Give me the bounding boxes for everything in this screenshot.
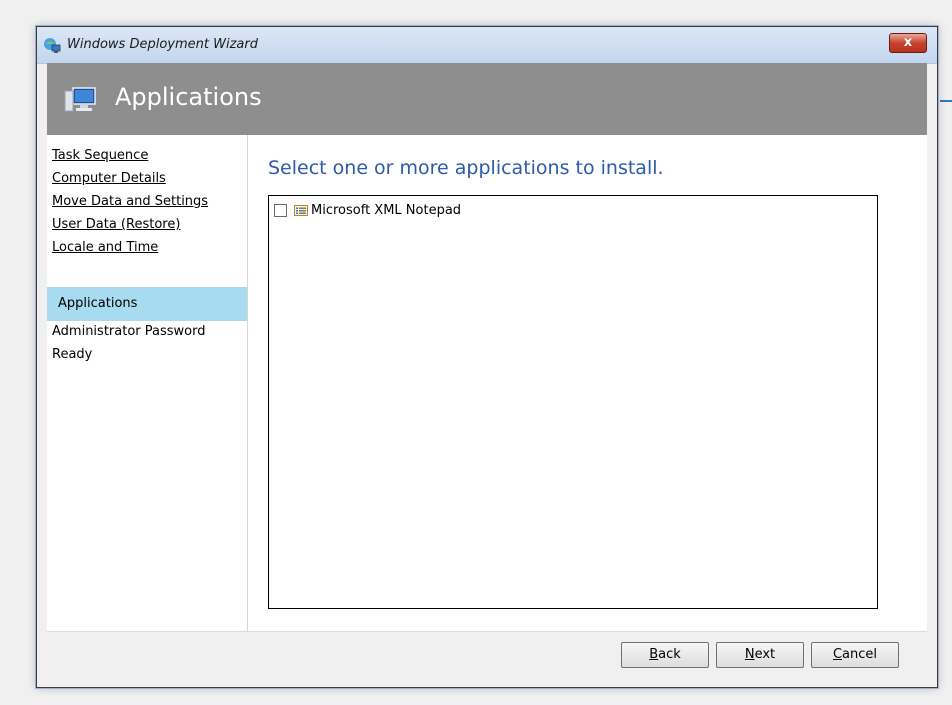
nav-item-computer-details[interactable]: Computer Details bbox=[52, 171, 166, 186]
nav-item-ready: Ready bbox=[52, 347, 93, 362]
page-header: Applications bbox=[47, 63, 927, 135]
next-button-accel: N bbox=[744, 647, 755, 662]
nav-item-administrator-password: Administrator Password bbox=[52, 324, 206, 339]
application-checkbox[interactable] bbox=[274, 204, 287, 217]
next-button[interactable]: Next bbox=[716, 642, 804, 668]
nav-item-locale-and-time[interactable]: Locale and Time bbox=[52, 240, 158, 255]
main-panel: Select one or more applications to insta… bbox=[248, 135, 927, 631]
back-button[interactable]: Back bbox=[621, 642, 709, 668]
application-icon bbox=[294, 205, 308, 216]
nav-item-task-sequence[interactable]: Task Sequence bbox=[52, 148, 148, 163]
cancel-button-label: ancel bbox=[842, 647, 878, 662]
cancel-button[interactable]: Cancel bbox=[811, 642, 899, 668]
wizard-app-icon bbox=[44, 38, 61, 53]
window-title: Windows Deployment Wizard bbox=[67, 37, 258, 52]
background-accent-line bbox=[940, 100, 952, 102]
nav-item-user-data-restore[interactable]: User Data (Restore) bbox=[52, 217, 180, 232]
close-button[interactable]: x bbox=[889, 33, 927, 53]
desktop: Windows Deployment Wizard x Applications… bbox=[0, 0, 952, 705]
back-button-label: ack bbox=[658, 647, 681, 662]
next-button-label: ext bbox=[754, 647, 776, 662]
applications-heading: Select one or more applications to insta… bbox=[268, 157, 664, 179]
wizard-content: Task Sequence Computer Details Move Data… bbox=[47, 135, 927, 631]
page-title: Applications bbox=[115, 83, 262, 111]
wizard-footer: Back Next Cancel bbox=[47, 631, 927, 678]
title-bar[interactable]: Windows Deployment Wizard x bbox=[37, 27, 937, 64]
nav-item-move-data-and-settings[interactable]: Move Data and Settings bbox=[52, 194, 208, 209]
application-list[interactable]: Microsoft XML Notepad bbox=[268, 195, 878, 609]
back-button-accel: B bbox=[649, 647, 659, 662]
nav-item-applications: Applications bbox=[47, 287, 247, 321]
deployment-wizard-window: Windows Deployment Wizard x Applications… bbox=[36, 26, 938, 688]
wizard-steps-nav: Task Sequence Computer Details Move Data… bbox=[47, 135, 248, 631]
cancel-button-accel: C bbox=[832, 647, 843, 662]
computer-icon bbox=[64, 87, 96, 112]
close-icon: x bbox=[903, 35, 913, 50]
application-label: Microsoft XML Notepad bbox=[311, 203, 462, 218]
